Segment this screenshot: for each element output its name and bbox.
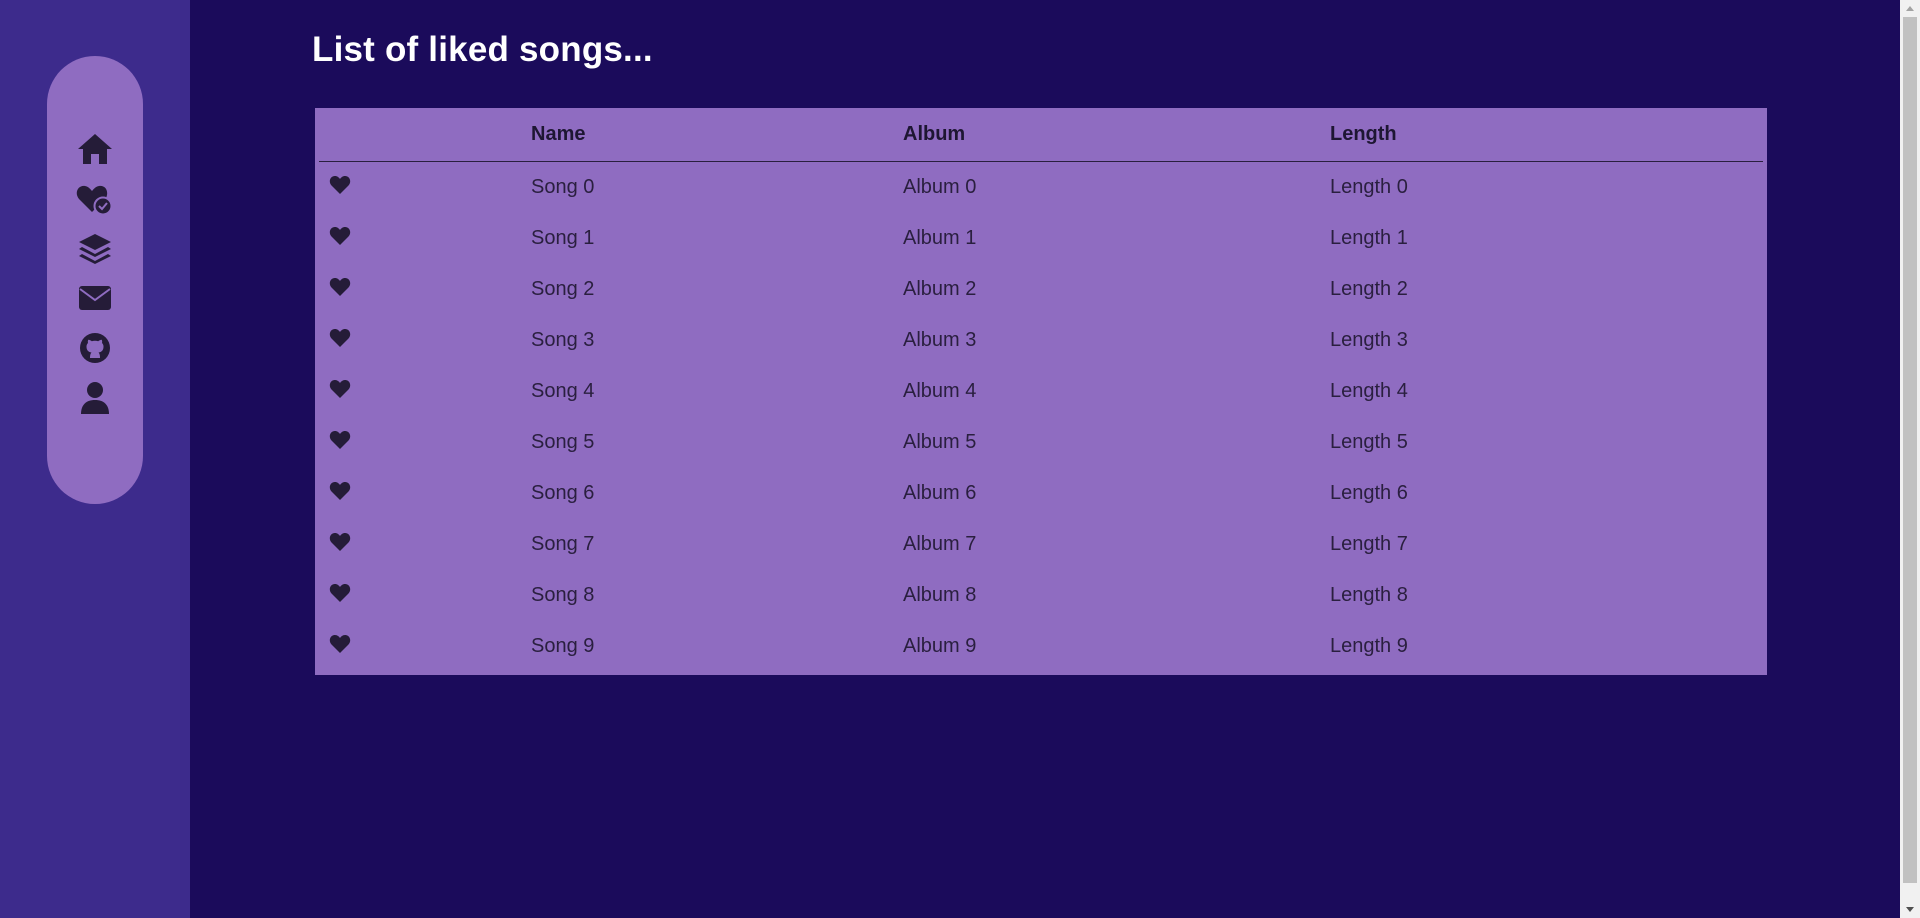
like-cell [319, 519, 531, 570]
like-cell [319, 315, 531, 366]
song-name-cell: Song 4 [531, 380, 595, 402]
envelope-icon[interactable] [75, 278, 115, 318]
heart-icon[interactable] [329, 481, 351, 507]
like-cell [319, 570, 531, 621]
song-name-cell: Song 8 [531, 584, 595, 606]
song-name-cell: Song 2 [531, 278, 595, 300]
length-cell: Length 0 [1330, 176, 1408, 198]
liked-songs-table-container: Name Album Length Song 0 Album 0 Length 0S… [315, 108, 1767, 675]
album-cell: Album 1 [903, 227, 977, 249]
like-cell [319, 162, 531, 214]
length-cell: Length 2 [1330, 278, 1408, 300]
song-name-cell: Song 3 [531, 329, 595, 351]
length-cell: Length 8 [1330, 584, 1408, 606]
like-cell [319, 366, 531, 417]
nav-pill [47, 56, 143, 504]
length-cell: Length 4 [1330, 380, 1408, 402]
length-cell: Length 5 [1330, 431, 1408, 453]
like-cell [319, 621, 531, 672]
heart-icon[interactable] [329, 430, 351, 456]
liked-songs-table: Name Album Length Song 0 Album 0 Length 0S… [319, 108, 1763, 672]
table-row[interactable]: Song 4 Album 4 Length 4 [319, 366, 1763, 417]
song-name-cell: Song 9 [531, 635, 595, 657]
song-name-cell: Song 5 [531, 431, 595, 453]
heart-icon[interactable] [329, 175, 351, 201]
user-icon[interactable] [75, 378, 115, 418]
album-cell: Album 9 [903, 635, 977, 657]
album-cell: Album 3 [903, 329, 977, 351]
heart-icon[interactable] [329, 328, 351, 354]
length-cell: Length 1 [1330, 227, 1408, 249]
scrollbar-thumb[interactable] [1903, 17, 1917, 883]
table-row[interactable]: Song 0 Album 0 Length 0 [319, 162, 1763, 214]
like-cell [319, 264, 531, 315]
length-cell: Length 6 [1330, 482, 1408, 504]
table-row[interactable]: Song 5 Album 5 Length 5 [319, 417, 1763, 468]
album-cell: Album 2 [903, 278, 977, 300]
length-cell: Length 3 [1330, 329, 1408, 351]
table-row[interactable]: Song 8 Album 8 Length 8 [319, 570, 1763, 621]
scrollbar[interactable] [1900, 0, 1920, 918]
like-cell [319, 417, 531, 468]
album-cell: Album 4 [903, 380, 977, 402]
heart-icon[interactable] [329, 634, 351, 660]
main-content: List of liked songs... Name Album Length… [190, 0, 1900, 918]
page-title: List of liked songs... [312, 30, 653, 69]
liked-heart-check-icon[interactable] [75, 179, 115, 219]
header-length[interactable]: Length [1330, 108, 1763, 162]
album-cell: Album 5 [903, 431, 977, 453]
heart-icon[interactable] [329, 532, 351, 558]
table-row[interactable]: Song 6 Album 6 Length 6 [319, 468, 1763, 519]
album-cell: Album 7 [903, 533, 977, 555]
heart-icon[interactable] [329, 277, 351, 303]
like-cell [319, 468, 531, 519]
header-like [319, 108, 531, 162]
album-cell: Album 0 [903, 176, 977, 198]
heart-icon[interactable] [329, 226, 351, 252]
scroll-down-arrow-icon[interactable] [1900, 901, 1920, 918]
table-row[interactable]: Song 3 Album 3 Length 3 [319, 315, 1763, 366]
album-cell: Album 8 [903, 584, 977, 606]
table-row[interactable]: Song 7 Album 7 Length 7 [319, 519, 1763, 570]
song-name-cell: Song 7 [531, 533, 595, 555]
header-album[interactable]: Album [903, 108, 1330, 162]
heart-icon[interactable] [329, 583, 351, 609]
table-row[interactable]: Song 9 Album 9 Length 9 [319, 621, 1763, 672]
length-cell: Length 9 [1330, 635, 1408, 657]
table-header-row: Name Album Length [319, 108, 1763, 162]
home-icon[interactable] [75, 129, 115, 169]
table-row[interactable]: Song 1 Album 1 Length 1 [319, 213, 1763, 264]
length-cell: Length 7 [1330, 533, 1408, 555]
github-icon[interactable] [75, 328, 115, 368]
layers-icon[interactable] [75, 229, 115, 269]
header-name[interactable]: Name [531, 108, 903, 162]
heart-icon[interactable] [329, 379, 351, 405]
song-name-cell: Song 6 [531, 482, 595, 504]
song-name-cell: Song 1 [531, 227, 595, 249]
song-name-cell: Song 0 [531, 176, 595, 198]
scroll-up-arrow-icon[interactable] [1900, 0, 1920, 17]
album-cell: Album 6 [903, 482, 977, 504]
table-row[interactable]: Song 2 Album 2 Length 2 [319, 264, 1763, 315]
sidebar [0, 0, 190, 918]
like-cell [319, 213, 531, 264]
